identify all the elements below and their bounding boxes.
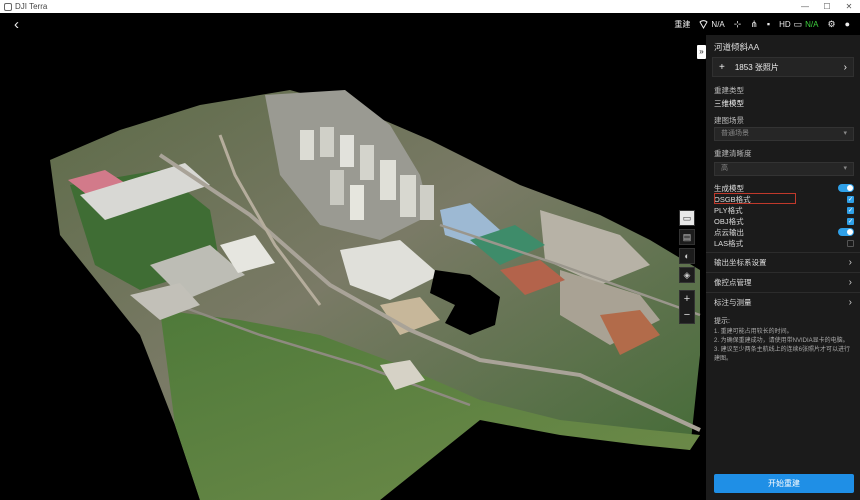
photo-count-row[interactable]: + 1853 张照片 › <box>712 57 854 77</box>
controller-icon: ⋔ <box>750 18 758 29</box>
cube-view-icon[interactable]: ◈ <box>679 267 695 283</box>
hd-label: HD <box>779 19 791 29</box>
scene-value: 普通场景 <box>721 130 749 137</box>
window-title: DJI Terra <box>15 2 48 11</box>
3d-model-viewport[interactable] <box>0 35 706 500</box>
chevron-right-icon: › <box>848 277 852 288</box>
zoom-in-button[interactable]: + <box>680 291 694 307</box>
back-arrow-icon[interactable]: ‹ <box>14 16 19 33</box>
tip-line: 3. 建议至少两条主航线上的连续6张照片才可以进行建图。 <box>714 347 851 362</box>
layers-icon[interactable]: ▤ <box>679 229 695 245</box>
reconstruction-type-label: 重建类型 <box>714 86 744 95</box>
nav-coordinate-system[interactable]: 输出坐标系设置 › <box>706 252 860 272</box>
option-ply[interactable]: PLY格式 ✓ <box>714 205 854 215</box>
photo-count: 1853 张照片 <box>734 62 779 72</box>
view-tools: ▭ ▤ ◐ ◈ <box>679 210 695 283</box>
zoom-out-button[interactable]: − <box>680 307 694 323</box>
scene-label: 建图场景 <box>714 116 744 125</box>
tips-heading: 提示: <box>714 318 730 325</box>
option-obj[interactable]: OBJ格式 ✓ <box>714 216 854 226</box>
add-icon[interactable]: + <box>719 62 725 73</box>
mission-title: 河道倾斜AA <box>714 42 760 52</box>
nav-label: 标注与测量 <box>714 298 752 307</box>
option-label: 生成模型 <box>714 183 744 193</box>
las-checkbox[interactable] <box>847 239 854 247</box>
option-generate-model[interactable]: 生成模型 <box>714 183 854 193</box>
generate-model-toggle[interactable] <box>838 184 854 192</box>
option-label: PLY格式 <box>714 205 743 215</box>
minimize-button[interactable]: — <box>794 2 816 11</box>
resolution-select[interactable]: 高 ▾ <box>714 162 854 176</box>
option-label: OBJ格式 <box>714 216 744 226</box>
window-titlebar: DJI Terra — ☐ ✕ <box>0 0 860 13</box>
collapse-panel-button[interactable]: » <box>697 45 706 59</box>
settings-gear-icon[interactable]: ⚙ <box>827 19 835 30</box>
point-cloud-toggle[interactable] <box>838 228 854 236</box>
reconstruction-settings-panel: 河道倾斜AA + 1853 张照片 › 重建类型 三维模型 建图场景 普通场景 … <box>706 35 860 500</box>
option-label: 点云输出 <box>714 227 744 237</box>
chevron-right-icon: › <box>848 257 852 268</box>
signal-icon <box>699 19 709 29</box>
tips-section: 提示: 1. 重建可能占用较长的时间。 2. 为确保重建成功，请使用带NVIDI… <box>714 317 854 364</box>
option-point-cloud[interactable]: 点云输出 <box>714 227 854 237</box>
view-reset-icon[interactable]: ◐ <box>679 248 695 264</box>
option-las[interactable]: LAS格式 <box>714 238 854 248</box>
ply-checkbox[interactable]: ✓ <box>847 206 854 214</box>
rebuild-label: 重建 <box>674 19 691 29</box>
chevron-right-icon: › <box>848 297 852 308</box>
scene-select[interactable]: 普通场景 ▾ <box>714 127 854 141</box>
resolution-value: 高 <box>721 165 728 172</box>
start-reconstruction-button[interactable]: 开始重建 <box>714 474 854 493</box>
camera-signal-icon: ▪ <box>766 19 771 29</box>
nav-label: 像控点管理 <box>714 278 752 287</box>
screenshot-icon[interactable]: ▭ <box>679 210 695 226</box>
app-logo-icon <box>4 2 12 11</box>
battery-icon: ▭ <box>793 18 803 29</box>
maximize-button[interactable]: ☐ <box>816 2 838 11</box>
resolution-label: 重建清晰度 <box>714 149 752 158</box>
user-icon[interactable]: ● <box>845 19 850 29</box>
hd-value: N/A <box>805 19 819 29</box>
nav-label: 输出坐标系设置 <box>714 258 767 267</box>
tip-line: 2. 为确保重建成功，请使用带NVIDIA显卡的电脑。 <box>714 338 849 344</box>
drone-icon: ⊹ <box>733 18 742 29</box>
reconstruction-type-value[interactable]: 三维模型 <box>714 98 744 109</box>
top-toolbar: ‹ 重建 N/A ⊹ ⋔ ▪ HD ▭ N/A ⚙ ● <box>0 13 860 35</box>
close-button[interactable]: ✕ <box>838 2 860 11</box>
chevron-down-icon: ▾ <box>843 165 847 172</box>
signal-value: N/A <box>711 19 725 29</box>
nav-gcp-management[interactable]: 像控点管理 › <box>706 272 860 292</box>
status-bar: 重建 N/A ⊹ ⋔ ▪ HD ▭ N/A ⚙ ● <box>674 13 850 35</box>
reconstructed-terrain-model <box>50 90 701 500</box>
osgb-highlight-box <box>714 193 796 204</box>
zoom-control: + − <box>679 290 695 324</box>
option-label: LAS格式 <box>714 238 744 248</box>
tip-line: 1. 重建可能占用较长的时间。 <box>714 329 793 335</box>
nav-annotation-measure[interactable]: 标注与测量 › <box>706 292 860 312</box>
chevron-down-icon: ▾ <box>843 130 847 137</box>
obj-checkbox[interactable]: ✓ <box>847 217 854 225</box>
chevron-right-icon: › <box>843 61 847 73</box>
osgb-checkbox[interactable]: ✓ <box>847 195 854 203</box>
